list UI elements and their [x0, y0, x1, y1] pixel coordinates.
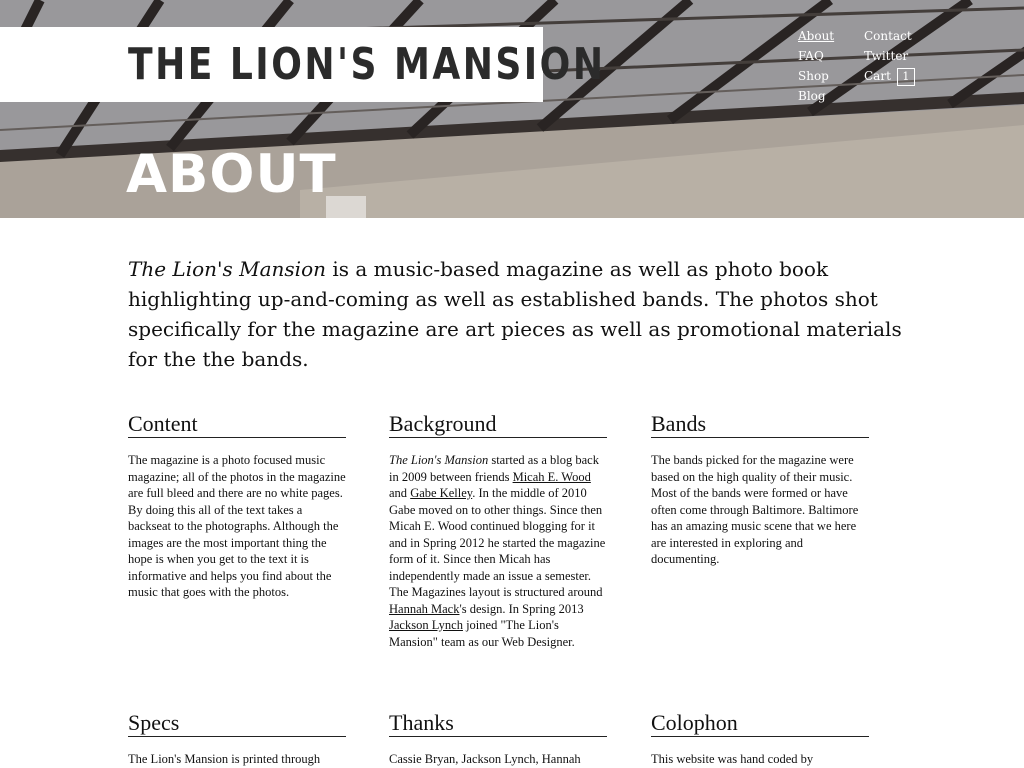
background-text-3: . In the middle of 2010 Gabe moved on to… [389, 486, 606, 599]
link-jackson-lynch[interactable]: Jackson Lynch [389, 618, 463, 632]
section-specs: Specs The Lion's Mansion is printed thro… [128, 710, 346, 768]
nav-link-about[interactable]: About [798, 29, 834, 43]
section-heading-colophon: Colophon [651, 710, 869, 737]
section-body-content: The magazine is a photo focused music ma… [128, 453, 346, 599]
section-heading-specs: Specs [128, 710, 346, 737]
section-thanks: Thanks Cassie Bryan, Jackson Lynch, Hann… [389, 710, 607, 768]
section-heading-background: Background [389, 411, 607, 438]
section-bands: Bands The bands picked for the magazine … [651, 411, 869, 568]
nav-item-cart[interactable]: Cart 1 [864, 66, 915, 86]
cart-count-badge[interactable]: 1 [896, 67, 915, 86]
section-heading-thanks: Thanks [389, 710, 607, 737]
nav-item-twitter[interactable]: Twitter [864, 46, 915, 66]
nav-item-faq[interactable]: FAQ [798, 46, 834, 66]
nav-link-cart[interactable]: Cart [864, 69, 891, 83]
background-text-4: 's design. In Spring 2013 [459, 601, 584, 616]
section-body-thanks: Cassie Bryan, Jackson Lynch, Hannah [389, 752, 581, 766]
nav-item-blog[interactable]: Blog [798, 86, 834, 106]
link-gabe-kelley[interactable]: Gabe Kelley [410, 486, 472, 500]
section-background: Background The Lion's Mansion started as… [389, 411, 607, 650]
intro-title: The Lion's Mansion [128, 257, 326, 281]
nav-item-shop[interactable]: Shop [798, 66, 834, 86]
section-colophon: Colophon This website was hand coded by [651, 710, 869, 768]
section-heading-content: Content [128, 411, 346, 438]
link-micah-wood[interactable]: Micah E. Wood [513, 470, 591, 484]
background-text-2: and [389, 486, 411, 500]
nav-item-about[interactable]: About [798, 26, 834, 46]
nav-item-contact[interactable]: Contact [864, 26, 915, 46]
link-hannah-mack[interactable]: Hannah Mack [389, 602, 459, 616]
section-body-specs: The Lion's Mansion is printed through [128, 752, 321, 766]
page-title: ABOUT [126, 144, 337, 205]
background-italic-title: The Lion's Mansion [389, 453, 489, 467]
main-nav-left: About FAQ Shop Blog [798, 26, 834, 106]
nav-link-shop[interactable]: Shop [798, 69, 829, 83]
intro-paragraph: The Lion's Mansion is a music-based maga… [128, 254, 928, 374]
nav-link-blog[interactable]: Blog [798, 89, 826, 103]
nav-link-contact[interactable]: Contact [864, 29, 912, 43]
nav-link-faq[interactable]: FAQ [798, 49, 824, 63]
section-body-colophon: This website was hand coded by [651, 752, 814, 766]
hero-banner: THE LION'S MANSION ABOUT About FAQ Shop … [0, 0, 1024, 218]
section-heading-bands: Bands [651, 411, 869, 438]
logo-box[interactable]: THE LION'S MANSION [0, 27, 603, 102]
site-logo[interactable]: THE LION'S MANSION [128, 39, 605, 91]
main-nav-right: Contact Twitter Cart 1 [864, 26, 915, 86]
section-body-bands: The bands picked for the magazine were b… [651, 453, 859, 566]
section-content: Content The magazine is a photo focused … [128, 411, 346, 601]
nav-link-twitter[interactable]: Twitter [864, 49, 908, 63]
section-body-background: The Lion's Mansion started as a blog bac… [389, 452, 607, 650]
